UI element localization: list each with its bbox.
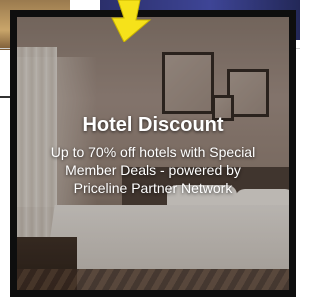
promo-description-line: Up to 70% off hotels with Special: [50, 144, 256, 160]
promo-title: Hotel Discount: [82, 114, 224, 136]
promo-description: Up to 70% off hotels with Special Member…: [17, 143, 289, 197]
promo-description-line: Member Deals - powered by: [65, 162, 241, 178]
promo-description-line: Priceline Partner Network: [73, 180, 233, 196]
arrow-down-icon: [111, 0, 152, 42]
screenshot-stage: Hotel Discount Up to 70% off hotels with…: [0, 0, 300, 303]
hotel-discount-card[interactable]: Hotel Discount Up to 70% off hotels with…: [10, 10, 296, 297]
promo-text: Hotel Discount Up to 70% off hotels with…: [17, 113, 289, 197]
